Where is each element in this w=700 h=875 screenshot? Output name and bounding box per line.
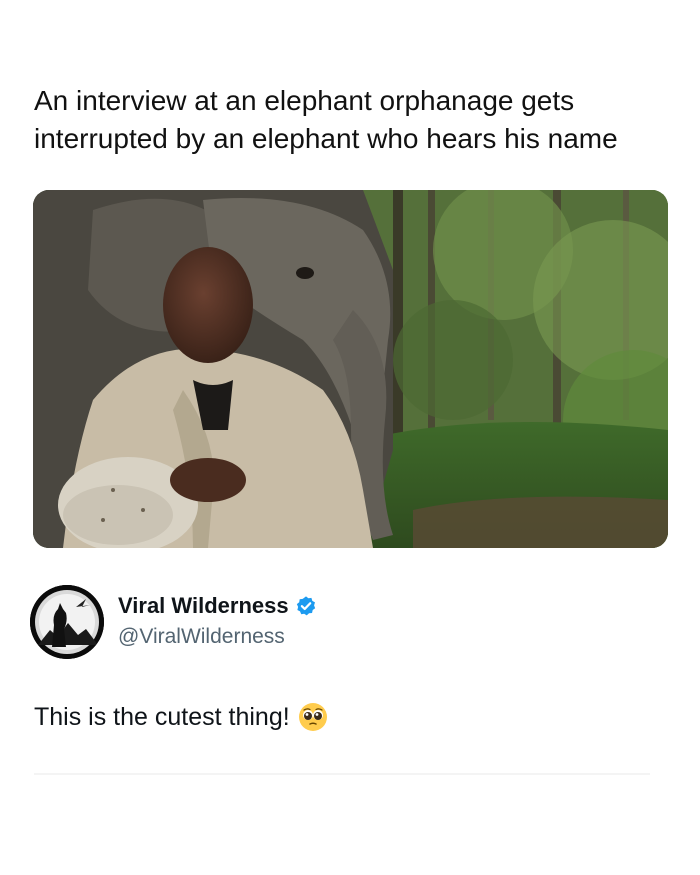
- tweet-text-content: This is the cutest thing!: [34, 702, 290, 731]
- post-caption: An interview at an elephant orphanage ge…: [34, 85, 618, 154]
- avatar[interactable]: [30, 585, 104, 659]
- wolf-howling-logo-icon: [30, 585, 104, 659]
- author-name-text[interactable]: Viral Wilderness: [118, 593, 289, 619]
- media-photo[interactable]: [33, 190, 668, 548]
- tweet-author[interactable]: Viral Wilderness @ViralWilderness: [30, 585, 630, 663]
- author-name[interactable]: Viral Wilderness: [118, 593, 317, 619]
- divider: [34, 773, 650, 775]
- verified-badge-icon: [295, 595, 317, 617]
- tweet-text: This is the cutest thing!: [34, 702, 328, 732]
- author-handle[interactable]: @ViralWilderness: [118, 625, 285, 649]
- elephant-photo-illustration: [33, 190, 668, 548]
- pleading-face-emoji-icon: [298, 702, 328, 732]
